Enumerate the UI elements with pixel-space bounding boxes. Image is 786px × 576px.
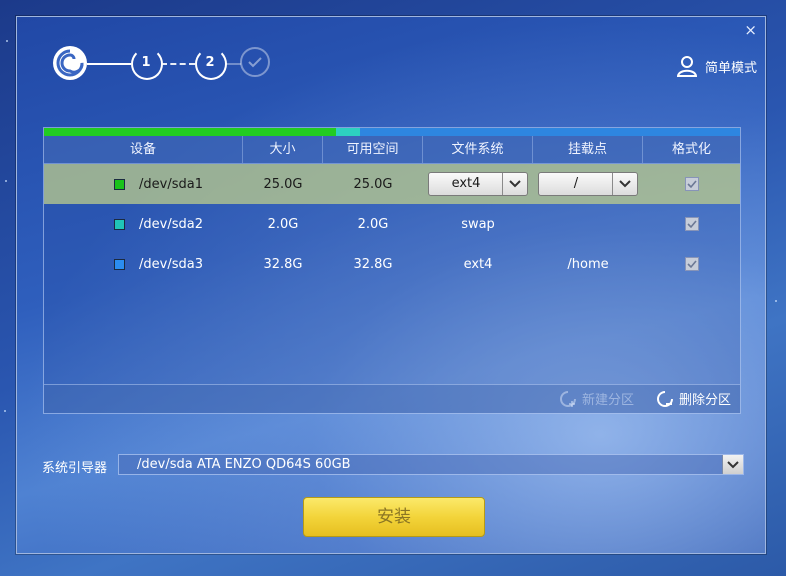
delete-partition-label: 删除分区	[678, 393, 731, 408]
column-size: 大小	[243, 136, 323, 163]
simple-mode-button[interactable]: 简单模式	[676, 55, 757, 77]
format-checkbox[interactable]	[684, 177, 699, 191]
bootloader-label: 系统引导器	[42, 461, 108, 476]
mount-point-dropdown[interactable]: /	[538, 172, 638, 196]
add-partition-icon	[559, 390, 576, 407]
partition-color-swatch	[114, 218, 125, 230]
filesystem-dropdown[interactable]: ext4	[428, 172, 528, 196]
size-value: 25.0G	[263, 176, 303, 192]
star	[775, 300, 777, 302]
free-value: 32.8G	[353, 256, 393, 272]
table-row[interactable]: /dev/sda2 2.0G 2.0G swap	[44, 204, 740, 244]
step-1: 1	[131, 48, 163, 80]
column-format: 格式化	[671, 142, 711, 157]
chevron-down-icon	[502, 173, 527, 195]
disk-usage-bar	[44, 128, 740, 136]
step-2: 2	[195, 48, 227, 80]
deepin-logo-icon	[53, 46, 87, 80]
step-indicator: 1 2	[53, 46, 283, 82]
partition-color-swatch	[114, 178, 125, 190]
star	[6, 40, 8, 42]
star	[5, 180, 7, 182]
install-button[interactable]: 安装	[303, 497, 485, 537]
size-value: 32.8G	[263, 256, 303, 272]
filesystem-value: swap	[461, 216, 495, 232]
table-row[interactable]: /dev/sda1 25.0G 25.0G ext4 /	[44, 164, 740, 204]
delete-partition-icon	[656, 390, 673, 407]
column-mount: 挂载点	[533, 136, 643, 163]
mount-value	[533, 204, 643, 244]
user-icon	[676, 56, 697, 77]
size-value: 2.0G	[267, 216, 299, 232]
usage-segment-sda3	[359, 128, 740, 136]
usage-segment-sda1	[44, 128, 337, 136]
step-connector	[87, 63, 131, 65]
installer-window: × 1 2 简单模式 设备 大小 可用空间 文件系统 挂载点 格式化 /dev/…	[16, 16, 766, 554]
format-checkbox[interactable]	[684, 257, 699, 271]
partition-panel: 设备 大小 可用空间 文件系统 挂载点 格式化 /dev/sda1 25.0G …	[43, 127, 741, 414]
partition-color-swatch	[114, 258, 125, 270]
new-partition-button[interactable]: 新建分区	[559, 389, 634, 408]
chevron-down-icon	[612, 173, 637, 195]
device-name: /dev/sda3	[139, 256, 203, 272]
simple-mode-label: 简单模式	[704, 60, 757, 76]
new-partition-label: 新建分区	[581, 393, 634, 408]
chevron-down-icon	[722, 455, 743, 474]
bootloader-select[interactable]: /dev/sda ATA ENZO QD64S 60GB	[118, 454, 744, 475]
format-checkbox[interactable]	[684, 217, 699, 231]
mount-value: /home	[567, 256, 609, 272]
device-name: /dev/sda1	[139, 176, 203, 192]
free-value: 2.0G	[357, 216, 389, 232]
table-header: 设备 大小 可用空间 文件系统 挂载点 格式化	[44, 136, 740, 164]
usage-segment-sda2	[336, 128, 360, 136]
filesystem-value: ext4	[463, 256, 493, 272]
delete-partition-button[interactable]: 删除分区	[656, 389, 731, 408]
star	[4, 410, 6, 412]
finish-step-check-icon	[240, 47, 270, 77]
table-row[interactable]: /dev/sda3 32.8G 32.8G ext4 /home	[44, 244, 740, 284]
bootloader-value: /dev/sda ATA ENZO QD64S 60GB	[137, 457, 351, 472]
free-value: 25.0G	[353, 176, 393, 192]
device-name: /dev/sda2	[139, 216, 203, 232]
column-free: 可用空间	[323, 136, 423, 163]
close-button[interactable]: ×	[744, 21, 757, 39]
column-device: 设备	[44, 136, 243, 163]
step-connector	[161, 63, 195, 65]
column-filesystem: 文件系统	[423, 136, 533, 163]
partition-actions-bar: 新建分区 删除分区	[44, 384, 740, 413]
step-connector	[225, 63, 241, 65]
